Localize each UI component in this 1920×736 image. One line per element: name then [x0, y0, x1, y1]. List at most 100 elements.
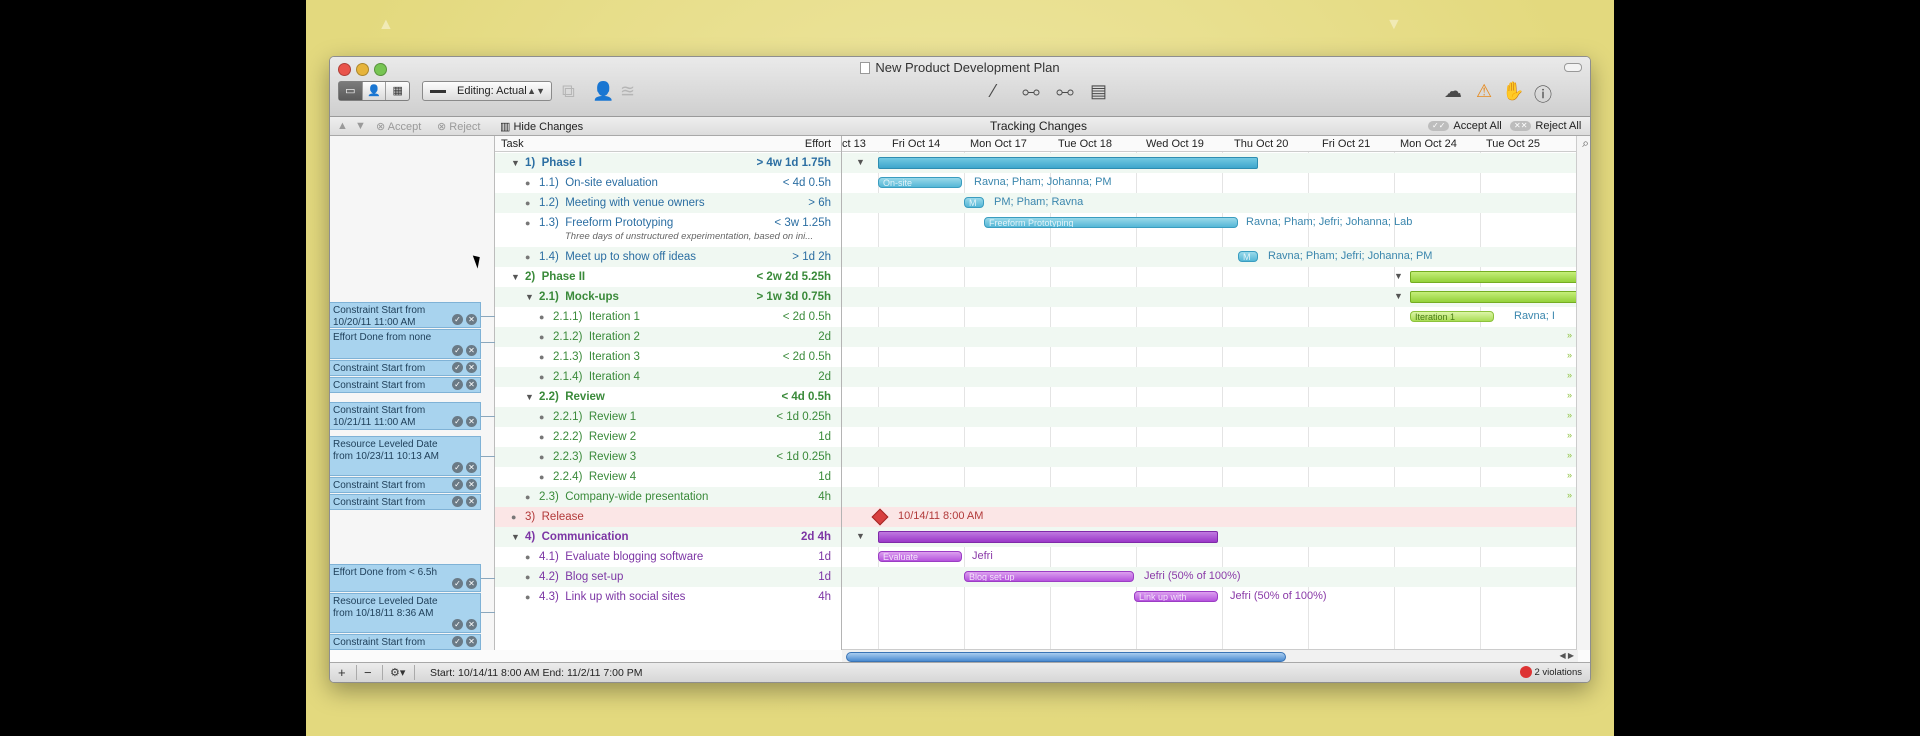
reject-change-button[interactable]: ⊗ Reject: [437, 120, 480, 133]
task-row[interactable]: ● 4.1) Evaluate blogging software 1d: [495, 547, 841, 567]
task-column-header[interactable]: Task: [501, 138, 524, 150]
accept-change-icon[interactable]: ✓: [452, 496, 463, 507]
reject-change-icon[interactable]: ✕: [466, 462, 477, 473]
style-view-button[interactable]: ▦: [386, 82, 409, 100]
disclosure-triangle-icon[interactable]: ▼: [511, 527, 520, 547]
previous-change-icon[interactable]: ▲: [337, 120, 348, 132]
view-mode-segmented-control[interactable]: ▭ 👤 ▦: [338, 81, 410, 101]
remove-button[interactable]: −: [364, 665, 372, 680]
task-row[interactable]: ▼ 2.1) Mock-ups > 1w 3d 0.75h: [495, 287, 841, 307]
disclosure-triangle-icon[interactable]: ▼: [856, 531, 865, 541]
toolbar-toggle-button[interactable]: [1564, 63, 1582, 72]
meet-up-bar[interactable]: M: [1238, 251, 1258, 262]
horizontal-scrollbar-thumb[interactable]: [846, 652, 1286, 662]
level-icon[interactable]: ⧟: [1056, 81, 1074, 102]
accept-change-button[interactable]: ⊗ Accept: [376, 120, 421, 133]
disclosure-triangle-icon[interactable]: ▼: [525, 387, 534, 407]
task-row[interactable]: ● 2.2.3) Review 3 < 1d 0.25h: [495, 447, 841, 467]
disclosure-triangle-icon[interactable]: ▼: [525, 287, 534, 307]
task-row[interactable]: ● 2.3) Company-wide presentation 4h: [495, 487, 841, 507]
task-row-release[interactable]: ● 3) Release: [495, 507, 841, 527]
accept-change-icon[interactable]: ✓: [452, 379, 463, 390]
catch-up-hand-icon[interactable]: ✋: [1502, 81, 1524, 102]
link-up-social-bar[interactable]: Link up with: [1134, 591, 1218, 602]
release-milestone-diamond[interactable]: [871, 508, 889, 526]
add-milestone-icon[interactable]: ≊: [620, 81, 635, 102]
accept-change-icon[interactable]: ✓: [452, 345, 463, 356]
accept-change-icon[interactable]: ✓: [452, 619, 463, 630]
accept-all-button[interactable]: ✓✓ Accept All: [1428, 120, 1502, 132]
task-row-phase-2[interactable]: ▼ 2) Phase II < 2w 2d 5.25h: [495, 267, 841, 287]
disclosure-triangle-icon[interactable]: ▼: [1394, 271, 1403, 281]
change-item[interactable]: Constraint Start from ✓ ✕: [330, 494, 481, 510]
scroll-arrows-icon[interactable]: ◀ ▶: [1559, 651, 1574, 660]
zoom-magnifier-icon[interactable]: ⌕: [1582, 136, 1589, 151]
info-icon[interactable]: ⓘ: [1534, 81, 1552, 107]
add-button[interactable]: +: [338, 665, 346, 680]
task-row[interactable]: ● 4.3) Link up with social sites 4h: [495, 587, 841, 607]
reject-change-icon[interactable]: ✕: [466, 314, 477, 325]
reject-change-icon[interactable]: ✕: [466, 362, 477, 373]
reject-change-icon[interactable]: ✕: [466, 578, 477, 589]
disclosure-triangle-icon[interactable]: ▼: [511, 267, 520, 287]
freeform-prototyping-bar[interactable]: Freeform Prototyping: [984, 217, 1238, 228]
disclosure-triangle-icon[interactable]: ▼: [856, 157, 865, 167]
task-row[interactable]: ● 2.1.3) Iteration 3 < 2d 0.5h: [495, 347, 841, 367]
reject-change-icon[interactable]: ✕: [466, 479, 477, 490]
disclosure-triangle-icon[interactable]: ▼: [511, 153, 520, 173]
add-task-icon[interactable]: ⧉: [562, 81, 575, 102]
change-item[interactable]: Constraint Start from ✓ ✕: [330, 377, 481, 393]
task-row[interactable]: ● 1.1) On-site evaluation < 4d 0.5h: [495, 173, 841, 193]
blog-setup-bar[interactable]: Blog set-up: [964, 571, 1134, 582]
accept-change-icon[interactable]: ✓: [452, 362, 463, 373]
change-item[interactable]: Constraint Start from ✓ ✕: [330, 360, 481, 376]
onsite-evaluation-bar[interactable]: On-site: [878, 177, 962, 188]
editing-baseline-select[interactable]: Editing: Actual ▲▼: [422, 81, 552, 101]
task-row-communication[interactable]: ▼ 4) Communication 2d 4h: [495, 527, 841, 547]
disclosure-triangle-icon[interactable]: ▼: [1394, 291, 1403, 301]
split-icon[interactable]: ⁄: [992, 81, 995, 102]
task-row[interactable]: ● 2.2.2) Review 2 1d: [495, 427, 841, 447]
reject-change-icon[interactable]: ✕: [466, 619, 477, 630]
change-item[interactable]: Constraint Start from ✓ ✕: [330, 634, 481, 650]
phase-2-summary-bar[interactable]: [1410, 271, 1578, 283]
change-item[interactable]: Resource Leveled Date from 10/23/11 10:1…: [330, 436, 481, 476]
gear-menu-icon[interactable]: ⚙▾: [390, 666, 405, 679]
task-row[interactable]: ● 2.1.2) Iteration 2 2d: [495, 327, 841, 347]
task-row[interactable]: ● 2.1.4) Iteration 4 2d: [495, 367, 841, 387]
change-item[interactable]: Resource Leveled Date from 10/18/11 8:36…: [330, 593, 481, 633]
next-change-icon[interactable]: ▼: [355, 120, 366, 132]
inspector-view-icon[interactable]: ▤: [1090, 81, 1107, 102]
task-row[interactable]: ● 1.3) Freeform Prototyping < 3w 1.25h T…: [495, 213, 841, 247]
change-item[interactable]: Constraint Start from 10/20/11 11:00 AM ✓…: [330, 302, 481, 328]
horizontal-scrollbar-track[interactable]: ◀ ▶: [842, 649, 1578, 663]
hide-changes-button[interactable]: ▥ Hide Changes: [500, 120, 583, 133]
reject-change-icon[interactable]: ✕: [466, 379, 477, 390]
change-item[interactable]: Effort Done from < 6.5h ✓ ✕: [330, 564, 481, 592]
task-row[interactable]: ● 1.2) Meeting with venue owners > 6h: [495, 193, 841, 213]
violations-indicator[interactable]: 2 violations: [1520, 666, 1582, 678]
task-row[interactable]: ● 2.2.1) Review 1 < 1d 0.25h: [495, 407, 841, 427]
evaluate-blogging-bar[interactable]: Evaluate: [878, 551, 962, 562]
publish-cloud-icon[interactable]: ☁: [1444, 81, 1462, 102]
accept-change-icon[interactable]: ✓: [452, 314, 463, 325]
task-row[interactable]: ● 2.1.1) Iteration 1 < 2d 0.5h: [495, 307, 841, 327]
accept-change-icon[interactable]: ✓: [452, 416, 463, 427]
add-resource-icon[interactable]: 👤: [592, 81, 614, 102]
task-row[interactable]: ● 2.2.4) Review 4 1d: [495, 467, 841, 487]
reject-change-icon[interactable]: ✕: [466, 636, 477, 647]
meeting-bar[interactable]: M: [964, 197, 984, 208]
change-item[interactable]: Constraint Start from 10/21/11 11:00 AM ✓…: [330, 402, 481, 430]
communication-summary-bar[interactable]: [878, 531, 1218, 543]
task-row[interactable]: ● 1.4) Meet up to show off ideas > 1d 2h: [495, 247, 841, 267]
accept-change-icon[interactable]: ✓: [452, 479, 463, 490]
mockups-summary-bar[interactable]: [1410, 291, 1578, 303]
reject-change-icon[interactable]: ✕: [466, 345, 477, 356]
task-row-phase-1[interactable]: ▼ 1) Phase I > 4w 1d 1.75h: [495, 153, 841, 173]
reject-change-icon[interactable]: ✕: [466, 416, 477, 427]
reject-change-icon[interactable]: ✕: [466, 496, 477, 507]
reject-all-button[interactable]: ✕✕ Reject All: [1510, 120, 1581, 132]
change-item[interactable]: Constraint Start from ✓ ✕: [330, 477, 481, 493]
effort-column-header[interactable]: Effort: [805, 138, 831, 150]
task-view-button[interactable]: ▭: [339, 82, 363, 100]
